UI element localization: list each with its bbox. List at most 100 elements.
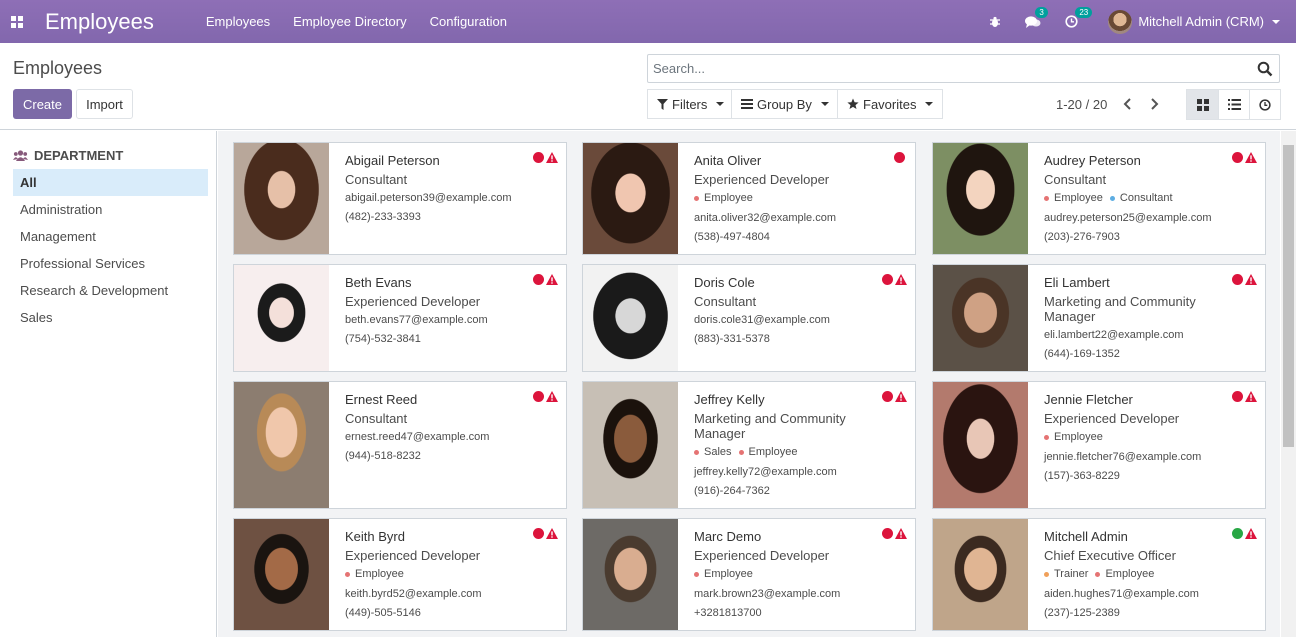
employee-photo[interactable] [933, 382, 1028, 508]
department-item-research-development[interactable]: Research & Development [13, 277, 208, 304]
employee-photo[interactable] [234, 265, 329, 371]
employee-email: anita.oliver32@example.com [694, 212, 837, 224]
pager-value[interactable]: 1-20 / 20 [1056, 97, 1107, 112]
employee-job-title: Experienced Developer [694, 172, 830, 187]
filters-dropdown[interactable]: Filters [647, 89, 735, 119]
department-item-management[interactable]: Management [13, 223, 208, 250]
employee-name[interactable]: Anita Oliver [694, 152, 895, 170]
scrollbar[interactable] [1281, 131, 1296, 637]
favorites-dropdown[interactable]: Favorites [837, 89, 944, 119]
employee-card[interactable]: Jennie Fletcher Experienced Developer Empl… [932, 381, 1266, 509]
employee-name[interactable]: Ernest Reed [345, 391, 546, 409]
scrollbar-thumb[interactable] [1283, 145, 1294, 447]
warning-icon[interactable] [546, 391, 558, 402]
employee-card[interactable]: Keith Byrd Experienced Developer Employee k… [233, 518, 567, 631]
bars-icon [741, 99, 753, 109]
employee-card[interactable]: Beth Evans Experienced Developer beth.evan… [233, 264, 567, 372]
groupby-label: Group By [757, 96, 812, 112]
warning-icon[interactable] [1245, 274, 1257, 285]
employee-photo[interactable] [583, 143, 678, 254]
warning-icon[interactable] [895, 528, 907, 539]
employee-name[interactable]: Eli Lambert [1044, 274, 1245, 292]
employee-photo[interactable] [234, 143, 329, 254]
employee-name[interactable]: Jeffrey Kelly [694, 391, 895, 409]
employee-photo[interactable] [583, 519, 678, 630]
department-item-sales[interactable]: Sales [13, 304, 208, 331]
user-avatar [1108, 9, 1133, 34]
warning-icon[interactable] [1245, 391, 1257, 402]
employee-email: abigail.peterson39@example.com [345, 192, 512, 204]
kanban-view-button[interactable] [1187, 90, 1218, 119]
employee-info: Marc Demo Experienced Developer Employee ma… [694, 528, 895, 620]
department-item-administration[interactable]: Administration [13, 196, 208, 223]
favorites-label: Favorites [863, 96, 917, 112]
employee-photo[interactable] [583, 382, 678, 508]
employee-status [533, 528, 558, 539]
employee-name[interactable]: Marc Demo [694, 528, 895, 546]
user-menu[interactable]: Mitchell Admin (CRM) [1108, 9, 1280, 34]
employee-card[interactable]: Doris Cole Consultant doris.cole31@example… [582, 264, 916, 372]
warning-icon[interactable] [546, 528, 558, 539]
list-view-button[interactable] [1218, 90, 1249, 119]
menu-employee-directory[interactable]: Employee Directory [293, 14, 406, 29]
employee-name[interactable]: Audrey Peterson [1044, 152, 1245, 170]
warning-icon[interactable] [546, 152, 558, 163]
employee-card[interactable]: Anita Oliver Experienced Developer Employe… [582, 142, 916, 255]
employee-job-title: Experienced Developer [345, 548, 481, 563]
pager-next-button[interactable] [1144, 93, 1166, 115]
employee-photo[interactable] [234, 519, 329, 630]
employee-email: ernest.reed47@example.com [345, 431, 490, 443]
employee-tag: Sales [694, 445, 732, 459]
employee-name[interactable]: Jennie Fletcher [1044, 391, 1245, 409]
search-input[interactable] [648, 61, 1254, 76]
menu-configuration[interactable]: Configuration [430, 14, 507, 29]
debug-button[interactable] [989, 16, 1001, 28]
employee-photo[interactable] [583, 265, 678, 371]
employee-card[interactable]: Audrey Peterson Consultant Employee Consult… [932, 142, 1266, 255]
employee-status [1232, 528, 1257, 539]
employee-name[interactable]: Mitchell Admin [1044, 528, 1245, 546]
view-switcher [1186, 89, 1281, 120]
employee-card[interactable]: Mitchell Admin Chief Executive Officer Tra… [932, 518, 1266, 631]
groupby-dropdown[interactable]: Group By [731, 89, 839, 119]
employee-tag: Employee [1044, 191, 1103, 205]
warning-icon[interactable] [546, 274, 558, 285]
employee-job-title: Experienced Developer [345, 294, 481, 309]
employee-card[interactable]: Ernest Reed Consultant ernest.reed47@examp… [233, 381, 567, 509]
apps-menu-button[interactable] [3, 0, 31, 43]
employee-name[interactable]: Abigail Peterson [345, 152, 546, 170]
list-icon [1227, 99, 1241, 110]
employee-card[interactable]: Jeffrey Kelly Marketing and Community Man… [582, 381, 916, 509]
employee-name[interactable]: Beth Evans [345, 274, 546, 292]
warning-icon[interactable] [1245, 152, 1257, 163]
import-button[interactable]: Import [76, 89, 133, 119]
menu-employees[interactable]: Employees [206, 14, 270, 29]
department-item-professional-services[interactable]: Professional Services [13, 250, 208, 277]
employee-card[interactable]: Marc Demo Experienced Developer Employee ma… [582, 518, 916, 631]
warning-icon[interactable] [895, 391, 907, 402]
activities-button[interactable]: 23 [1065, 7, 1093, 28]
employee-card[interactable]: Abigail Peterson Consultant abigail.peters… [233, 142, 567, 255]
tag-label: Employee [748, 446, 798, 458]
warning-icon[interactable] [895, 274, 907, 285]
pager-previous-button[interactable] [1116, 93, 1138, 115]
employee-photo[interactable] [933, 519, 1028, 630]
top-navbar: Employees Employees Employee Directory C… [0, 0, 1296, 43]
employee-photo[interactable] [234, 382, 329, 508]
search-icon[interactable] [1254, 58, 1276, 80]
employee-photo[interactable] [933, 265, 1028, 371]
create-button[interactable]: Create [13, 89, 72, 119]
employee-name[interactable]: Keith Byrd [345, 528, 546, 546]
employee-tag: Employee [694, 567, 753, 581]
activity-view-button[interactable] [1249, 90, 1280, 119]
warning-icon[interactable] [1245, 528, 1257, 539]
messages-button[interactable]: 3 [1025, 6, 1048, 29]
employee-card[interactable]: Eli Lambert Marketing and Community Manag… [932, 264, 1266, 372]
employee-name[interactable]: Doris Cole [694, 274, 895, 292]
employee-email: eli.lambert22@example.com [1044, 329, 1184, 341]
department-item-all[interactable]: All [13, 169, 208, 196]
employee-photo[interactable] [933, 143, 1028, 254]
app-title[interactable]: Employees [45, 9, 154, 35]
employee-info: Ernest Reed Consultant ernest.reed47@examp… [345, 391, 546, 463]
employee-phone: (754)-532-3841 [345, 333, 421, 345]
